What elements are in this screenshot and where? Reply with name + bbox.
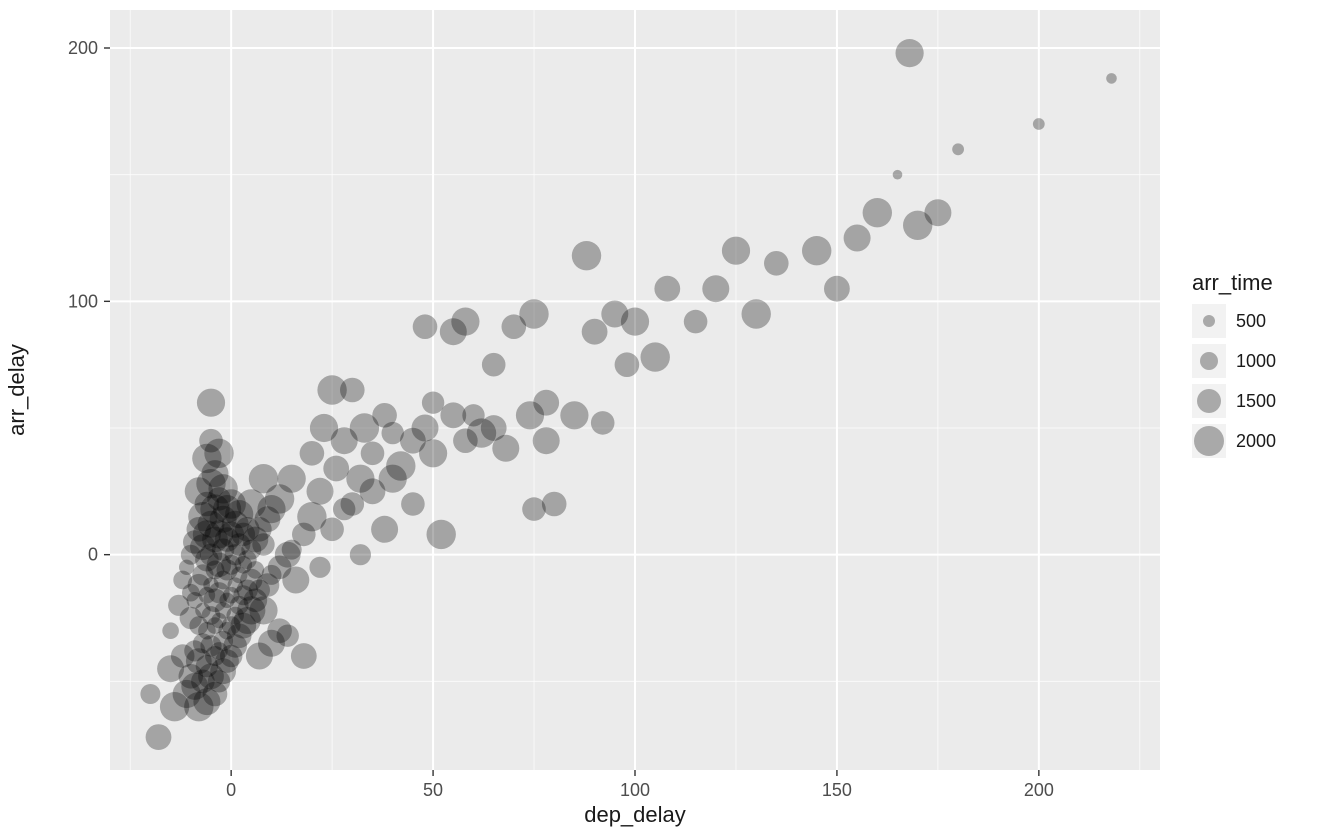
data-point xyxy=(893,170,903,180)
data-point xyxy=(824,276,850,302)
data-point xyxy=(742,299,771,328)
x-tick-label: 150 xyxy=(822,780,852,800)
data-point xyxy=(582,319,608,345)
data-point xyxy=(621,308,649,336)
data-point xyxy=(413,314,438,339)
size-legend: arr_time 500 1000 1500 2000 xyxy=(1192,270,1276,458)
legend-key-1000-icon xyxy=(1200,352,1218,370)
data-point xyxy=(371,516,398,543)
plot-panel xyxy=(110,10,1160,770)
data-point xyxy=(591,411,615,435)
scatter-chart: 0 50 100 150 200 0 100 200 dep_delay arr_delay… xyxy=(0,0,1344,830)
data-point xyxy=(522,497,546,521)
legend-label-1000: 1000 xyxy=(1236,351,1276,371)
data-point xyxy=(361,442,385,466)
data-point xyxy=(340,378,365,403)
data-point xyxy=(320,518,344,542)
data-point xyxy=(572,241,601,270)
data-point xyxy=(654,276,680,302)
x-tick-label: 50 xyxy=(423,780,443,800)
data-point xyxy=(533,390,559,416)
chart-svg: 0 50 100 150 200 0 100 200 dep_delay arr_delay… xyxy=(0,0,1344,830)
data-point xyxy=(560,401,588,429)
x-axis: 0 50 100 150 200 xyxy=(226,770,1054,800)
data-point xyxy=(802,236,831,265)
legend-key-1500-icon xyxy=(1197,389,1221,413)
data-point xyxy=(323,456,349,482)
data-point xyxy=(419,439,447,467)
data-point xyxy=(204,439,233,468)
data-point xyxy=(422,392,444,414)
data-point xyxy=(1106,73,1117,84)
x-tick-label: 200 xyxy=(1024,780,1054,800)
data-point xyxy=(542,492,567,517)
legend-label-1500: 1500 xyxy=(1236,391,1276,411)
data-point xyxy=(615,352,640,377)
data-point xyxy=(350,544,371,565)
data-point xyxy=(140,684,160,704)
x-tick-label: 100 xyxy=(620,780,650,800)
data-point xyxy=(451,308,479,336)
data-point xyxy=(482,353,506,377)
y-tick-label: 100 xyxy=(68,291,98,311)
x-axis-title: dep_delay xyxy=(584,802,686,827)
legend-key-2000-icon xyxy=(1194,426,1224,456)
data-point xyxy=(519,299,548,328)
data-point xyxy=(282,567,309,594)
legend-title: arr_time xyxy=(1192,270,1273,295)
data-point xyxy=(146,724,172,750)
data-point xyxy=(722,237,750,265)
data-point xyxy=(401,492,425,516)
data-point xyxy=(844,225,871,252)
data-point xyxy=(309,557,330,578)
data-point xyxy=(252,533,274,555)
data-point xyxy=(386,451,415,480)
data-point xyxy=(924,199,951,226)
data-point xyxy=(533,427,560,454)
y-axis-title: arr_delay xyxy=(4,344,29,436)
legend-label-2000: 2000 xyxy=(1236,431,1276,451)
data-point xyxy=(863,198,892,227)
data-point xyxy=(684,310,708,334)
data-point xyxy=(896,39,924,67)
data-point xyxy=(278,465,306,493)
y-tick-label: 0 xyxy=(88,545,98,565)
data-point xyxy=(307,478,334,505)
x-tick-label: 0 xyxy=(226,780,236,800)
data-point xyxy=(764,251,789,276)
data-point xyxy=(162,622,179,639)
data-point xyxy=(197,389,225,417)
data-point xyxy=(277,625,299,647)
data-point xyxy=(1033,118,1045,130)
y-axis: 0 100 200 xyxy=(68,38,110,565)
data-point xyxy=(702,275,729,302)
data-point xyxy=(492,435,519,462)
y-tick-label: 200 xyxy=(68,38,98,58)
data-point xyxy=(641,342,670,371)
data-point xyxy=(952,143,964,155)
data-point xyxy=(427,520,456,549)
legend-label-500: 500 xyxy=(1236,311,1266,331)
data-point xyxy=(412,415,439,442)
legend-key-500-icon xyxy=(1203,315,1215,327)
data-point xyxy=(300,441,325,466)
data-point xyxy=(291,643,317,669)
